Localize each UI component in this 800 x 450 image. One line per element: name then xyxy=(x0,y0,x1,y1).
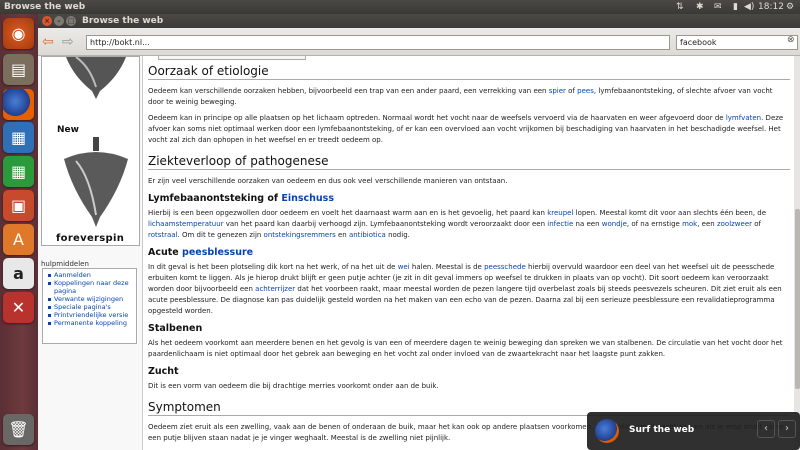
url-input[interactable]: http://bokt.nl... xyxy=(86,35,670,50)
heading-lymfebaan: Lymfebaanontsteking of Einschuss xyxy=(148,193,334,204)
link-pees[interactable]: pees xyxy=(577,87,594,95)
toolbox-item[interactable]: Permanente koppeling xyxy=(46,319,133,327)
link-peesblessure[interactable]: peesblessure xyxy=(182,247,253,258)
impress-icon[interactable]: ▣ xyxy=(3,190,34,221)
heading-zucht: Zucht xyxy=(148,366,179,377)
settings-icon[interactable]: ✕ xyxy=(3,292,34,323)
browser-window: × – □ Browse the web ⇦ ⇨ http://bokt.nl.… xyxy=(38,14,800,450)
window-title: Browse the web xyxy=(82,16,164,26)
system-panel: Browse the web ⇅ ✱ ✉ ▮ ◀) 18:12 ⚙ xyxy=(0,0,800,14)
toolbox-item[interactable]: Aanmelden xyxy=(46,271,133,279)
close-icon[interactable]: × xyxy=(42,16,52,26)
heading-ziekteverloop: Ziekteverloop of pathogenese xyxy=(148,154,790,170)
toolbox-item[interactable]: Speciale pagina's xyxy=(46,303,133,311)
search-input[interactable]: facebook xyxy=(676,35,798,50)
search-clear-icon[interactable]: ⊗ xyxy=(787,35,795,45)
clock[interactable]: 18:12 xyxy=(758,0,784,14)
minimize-icon[interactable]: – xyxy=(54,16,64,26)
battery-icon[interactable]: ▮ xyxy=(733,0,738,14)
link-ontstekingsremmers[interactable]: ontstekingsremmers xyxy=(264,231,336,239)
amazon-icon[interactable]: a xyxy=(3,258,34,289)
link-kreupel[interactable]: kreupel xyxy=(547,209,573,217)
ad-brand: foreverspin xyxy=(56,233,125,244)
link-lichaamstemperatuur[interactable]: lichaamstemperatuur xyxy=(148,220,224,228)
toolbox: Aanmelden Koppelingen naar deze pagina V… xyxy=(42,268,137,344)
window-titlebar: × – □ Browse the web xyxy=(38,14,800,28)
link-mok[interactable]: mok xyxy=(682,220,697,228)
firefox-icon xyxy=(595,419,619,443)
paragraph: Oedeem kan in principe op alle plaatsen … xyxy=(148,114,784,144)
paragraph: Als het oedeem voorkomt aan meerdere ben… xyxy=(148,339,783,358)
link-spier[interactable]: spier xyxy=(549,87,566,95)
network-icon[interactable]: ⇅ xyxy=(676,0,684,14)
spinning-top-icon xyxy=(64,137,128,227)
link-wei[interactable]: wei xyxy=(398,263,410,271)
heading-oorzaak: Oorzaak of etiologie xyxy=(148,64,790,80)
notification-bubble[interactable]: Surf the web ‹ › xyxy=(587,412,800,450)
link-peesschede[interactable]: peesschede xyxy=(484,263,526,271)
scrollbar-thumb[interactable] xyxy=(795,209,800,389)
toolbox-item[interactable]: Printvriendelijke versie xyxy=(46,311,133,319)
paragraph: Oedeem kan verschillende oorzaken hebben… xyxy=(148,87,773,106)
ad-new-label: New xyxy=(57,125,79,135)
cut-off-box xyxy=(158,56,306,60)
foreverspin-ad[interactable]: New foreverspin xyxy=(41,56,140,246)
writer-icon[interactable]: ▦ xyxy=(3,122,34,153)
mail-icon[interactable]: ✉ xyxy=(714,0,722,14)
toolbox-item[interactable]: Verwante wijzigingen xyxy=(46,295,133,303)
toolbox-item[interactable]: Koppelingen naar deze pagina xyxy=(46,279,133,295)
article-content: Oorzaak of etiologie Oedeem kan verschil… xyxy=(142,56,794,450)
link-einschuss[interactable]: Einschuss xyxy=(281,193,334,204)
paragraph: In dit geval is het been plotseling dik … xyxy=(148,263,782,315)
paragraph: Er zijn veel verschillende oorzaken van … xyxy=(148,177,508,185)
link-achterrijzer[interactable]: achterrijzer xyxy=(255,285,295,293)
heading-stalbenen: Stalbenen xyxy=(148,323,203,334)
link-zoolzweer[interactable]: zoolzweer xyxy=(717,220,752,228)
volume-icon[interactable]: ◀) xyxy=(744,0,754,14)
link-antibiotica[interactable]: antibiotica xyxy=(349,231,386,239)
firefox-icon[interactable] xyxy=(3,89,34,120)
paragraph: Dit is een vorm van oedeem die bij drach… xyxy=(148,382,439,390)
maximize-icon[interactable]: □ xyxy=(66,16,76,26)
toolbox-heading: hulpmiddelen xyxy=(41,260,89,268)
wiki-sidebar: New foreverspin hulpmiddelen Aanmelden K… xyxy=(38,56,142,450)
back-icon[interactable]: ⇦ xyxy=(42,34,54,50)
calc-icon[interactable]: ▦ xyxy=(3,156,34,187)
prev-icon[interactable]: ‹ xyxy=(757,420,775,438)
next-icon[interactable]: › xyxy=(778,420,796,438)
software-center-icon[interactable]: A xyxy=(3,224,34,255)
power-icon[interactable]: ⚙ xyxy=(786,0,794,14)
app-title: Browse the web xyxy=(4,2,86,12)
bluetooth-icon[interactable]: ✱ xyxy=(696,0,704,14)
heading-acute: Acute peesblessure xyxy=(148,247,254,258)
link-wondje[interactable]: wondje xyxy=(602,220,627,228)
spinning-top-icon xyxy=(66,57,126,99)
navigation-bar: ⇦ ⇨ http://bokt.nl... facebook ⊗ xyxy=(38,28,800,56)
link-infectie[interactable]: infectie xyxy=(547,220,573,228)
paragraph: Hierbij is een been opgezwollen door oed… xyxy=(148,209,767,239)
link-lymfvaten[interactable]: lymfvaten xyxy=(726,114,761,122)
dash-home-icon[interactable]: ◉ xyxy=(3,18,34,49)
trash-icon[interactable]: 🗑 xyxy=(3,414,34,445)
launcher: ◉ ▤ ▦ ▦ ▣ A a ✕ 🗑 xyxy=(0,14,38,450)
forward-icon[interactable]: ⇨ xyxy=(62,34,74,50)
notification-text: Surf the web xyxy=(629,425,695,435)
link-rotstraal[interactable]: rotstraal xyxy=(148,231,178,239)
files-icon[interactable]: ▤ xyxy=(3,54,34,85)
